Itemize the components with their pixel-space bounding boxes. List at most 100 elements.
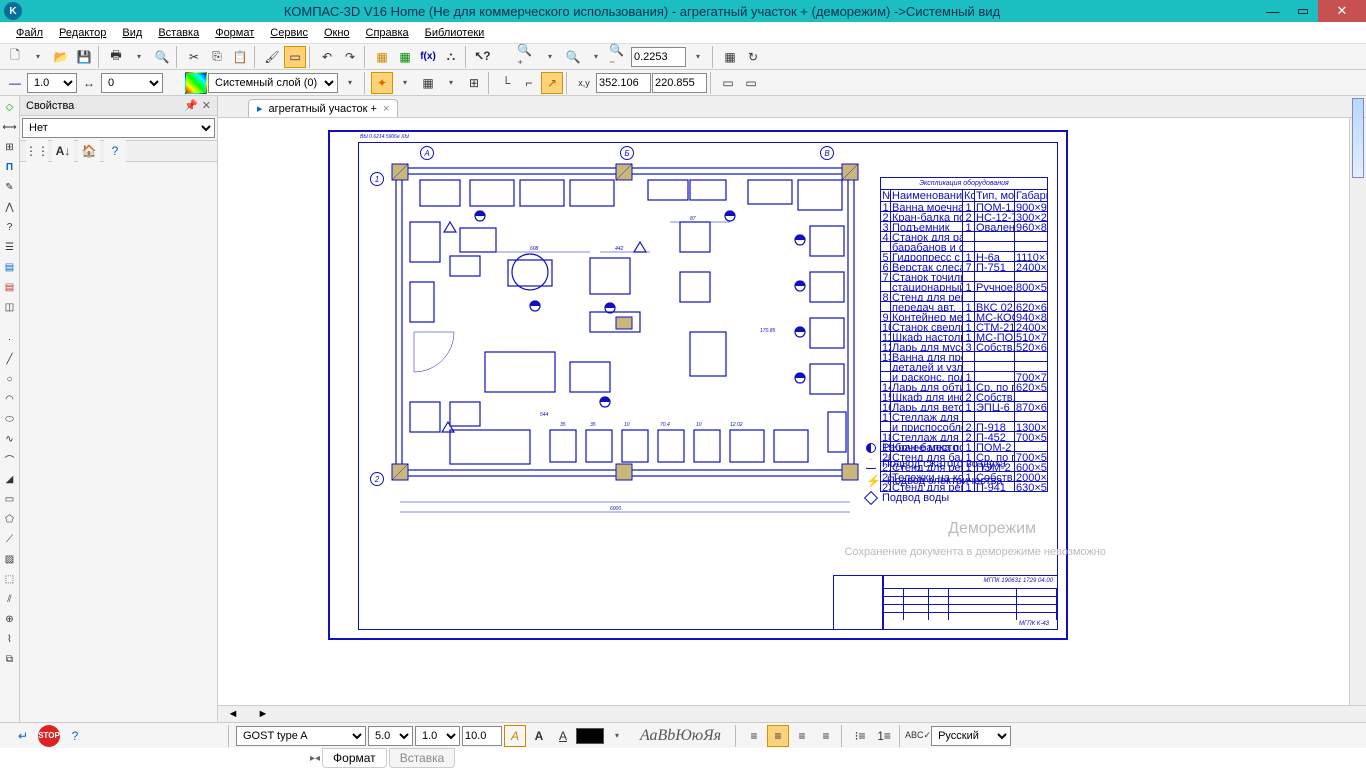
side-hint[interactable] bbox=[1352, 98, 1364, 178]
panel-close-icon[interactable]: ✕ bbox=[202, 99, 211, 112]
grid2-icon[interactable]: ⊞ bbox=[1, 138, 19, 156]
measure-icon[interactable]: ? bbox=[1, 218, 19, 236]
font-select[interactable]: GOST type A bbox=[236, 726, 366, 746]
zoom-in-icon[interactable]: 🔍⁺ bbox=[516, 46, 538, 68]
menu-window[interactable]: Окно bbox=[318, 25, 356, 41]
document-tab[interactable]: ▸ агрегатный участок + × bbox=[248, 99, 398, 117]
local-cs-icon[interactable]: └ bbox=[495, 72, 517, 94]
brush-icon[interactable]: 🖌 bbox=[261, 46, 283, 68]
snap-toggle-icon[interactable]: ✦ bbox=[371, 72, 393, 94]
print-dropdown[interactable]: ▾ bbox=[128, 46, 150, 68]
fx-icon[interactable]: f(x) bbox=[417, 46, 439, 68]
layer-color-icon[interactable] bbox=[185, 72, 207, 94]
props-tool-1[interactable]: ⋮⋮ bbox=[26, 140, 48, 162]
italic-a-icon[interactable]: A bbox=[504, 725, 526, 747]
rect-icon[interactable]: ▭ bbox=[1, 490, 19, 508]
horizontal-scrollbar[interactable]: ◄ ► bbox=[218, 705, 1366, 722]
underline-icon[interactable]: A bbox=[552, 725, 574, 747]
menu-file[interactable]: Файл bbox=[10, 25, 49, 41]
xy-icon[interactable]: x,y bbox=[573, 72, 595, 94]
contour-icon[interactable]: ⬚ bbox=[1, 570, 19, 588]
lib-icon[interactable]: ▦ bbox=[371, 46, 393, 68]
coord-x[interactable] bbox=[596, 73, 651, 93]
lang-select[interactable]: Русский bbox=[931, 726, 1011, 746]
minimize-button[interactable]: — bbox=[1258, 0, 1288, 22]
dimension-icon[interactable]: ⟷ bbox=[1, 118, 19, 136]
param-icon[interactable]: ⋀ bbox=[1, 198, 19, 216]
polygon-icon[interactable]: ⬠ bbox=[1, 510, 19, 528]
help-cursor-icon[interactable]: ⭦? bbox=[472, 46, 494, 68]
grid-icon[interactable]: ▦ bbox=[417, 72, 439, 94]
menu-help[interactable]: Справка bbox=[360, 25, 415, 41]
align-left-icon[interactable]: ≡ bbox=[743, 725, 765, 747]
drawing-canvas[interactable]: ВЫ 0.6214.5906е ХЫ А Б В 1 2 bbox=[218, 118, 1349, 705]
chamfer-icon[interactable]: ◢ bbox=[1, 470, 19, 488]
vertical-scrollbar[interactable] bbox=[1349, 118, 1366, 705]
menu-libs[interactable]: Библиотеки bbox=[419, 25, 491, 41]
arc-icon[interactable]: ◠ bbox=[1, 390, 19, 408]
insert-icon[interactable]: ◫ bbox=[1, 298, 19, 316]
offset-select[interactable]: 0 bbox=[101, 73, 163, 93]
vars-icon[interactable]: ⛬ bbox=[440, 46, 462, 68]
tool-a-icon[interactable]: ▭ bbox=[717, 72, 739, 94]
menu-view[interactable]: Вид bbox=[116, 25, 148, 41]
menu-edit[interactable]: Редактор bbox=[53, 25, 112, 41]
list-bullet-icon[interactable]: ⁝≡ bbox=[849, 725, 871, 747]
break-icon[interactable]: ⌇ bbox=[1, 630, 19, 648]
text-color[interactable] bbox=[576, 728, 604, 744]
enter-icon[interactable]: ↵ bbox=[12, 725, 34, 747]
aux-line-icon[interactable]: ⟋ bbox=[1, 530, 19, 548]
menu-service[interactable]: Сервис bbox=[264, 25, 314, 41]
linetype-icon[interactable]: ↔ bbox=[78, 72, 100, 94]
size2-select[interactable]: 1.0 bbox=[415, 726, 460, 746]
props-tool-3[interactable]: 🏠 bbox=[78, 140, 100, 162]
size1-select[interactable]: 5.0 bbox=[368, 726, 413, 746]
paste-icon[interactable]: 📋 bbox=[229, 46, 251, 68]
group-icon[interactable]: ⧉ bbox=[1, 650, 19, 668]
new-dropdown[interactable]: ▾ bbox=[27, 46, 49, 68]
print-icon[interactable]: 🖶 bbox=[105, 46, 127, 68]
coord-y[interactable] bbox=[652, 73, 707, 93]
copy-icon[interactable]: ⎘ bbox=[206, 46, 228, 68]
edit-icon[interactable]: ✎ bbox=[1, 178, 19, 196]
size3-input[interactable] bbox=[462, 726, 502, 746]
help2-icon[interactable]: ? bbox=[64, 725, 86, 747]
save-icon[interactable]: 💾 bbox=[73, 46, 95, 68]
spline-icon[interactable]: ∿ bbox=[1, 430, 19, 448]
ortho-grid-icon[interactable]: ⊞ bbox=[463, 72, 485, 94]
properties-toggle-icon[interactable]: ▭ bbox=[284, 46, 306, 68]
redo-icon[interactable]: ↷ bbox=[339, 46, 361, 68]
open-icon[interactable]: 📂 bbox=[50, 46, 72, 68]
macro-icon[interactable]: ▦ bbox=[394, 46, 416, 68]
undo-icon[interactable]: ↶ bbox=[316, 46, 338, 68]
zoom-out-icon[interactable]: 🔍⁻ bbox=[608, 46, 630, 68]
layer-select[interactable]: Системный слой (0) bbox=[208, 73, 338, 93]
point-icon[interactable]: · bbox=[1, 330, 19, 348]
close-button[interactable]: ✕ bbox=[1318, 0, 1366, 22]
text-icon[interactable]: П bbox=[1, 158, 19, 176]
spellcheck-icon[interactable]: ABC✓ bbox=[907, 725, 929, 747]
menu-insert[interactable]: Вставка bbox=[152, 25, 205, 41]
geometry-icon[interactable]: ◇ bbox=[1, 98, 19, 116]
circle-icon[interactable]: ○ bbox=[1, 370, 19, 388]
align-center-icon[interactable]: ≡ bbox=[767, 725, 789, 747]
align-right-icon[interactable]: ≡ bbox=[791, 725, 813, 747]
props-help-icon[interactable]: ? bbox=[104, 140, 126, 162]
ortho-icon[interactable]: ⌐ bbox=[518, 72, 540, 94]
tab-insert[interactable]: Вставка bbox=[389, 748, 456, 768]
axis-icon[interactable]: ⊕ bbox=[1, 610, 19, 628]
list-num-icon[interactable]: 1≡ bbox=[873, 725, 895, 747]
zoom-input[interactable] bbox=[631, 47, 686, 67]
stop-icon[interactable]: STOP bbox=[38, 725, 60, 747]
properties-select[interactable]: Нет bbox=[22, 118, 215, 138]
spec-icon[interactable]: ▤ bbox=[1, 258, 19, 276]
preview-icon[interactable]: 🔍 bbox=[151, 46, 173, 68]
align-justify-icon[interactable]: ≡ bbox=[815, 725, 837, 747]
fillet-icon[interactable]: ⌒ bbox=[1, 450, 19, 468]
tab-format[interactable]: Формат bbox=[322, 748, 387, 768]
select-icon[interactable]: ☰ bbox=[1, 238, 19, 256]
maximize-button[interactable]: ▭ bbox=[1288, 0, 1318, 22]
props-tool-2[interactable]: A↓ bbox=[52, 140, 74, 162]
zoom-fit-icon[interactable]: 🔍 bbox=[562, 46, 584, 68]
report-icon[interactable]: ▤ bbox=[1, 278, 19, 296]
